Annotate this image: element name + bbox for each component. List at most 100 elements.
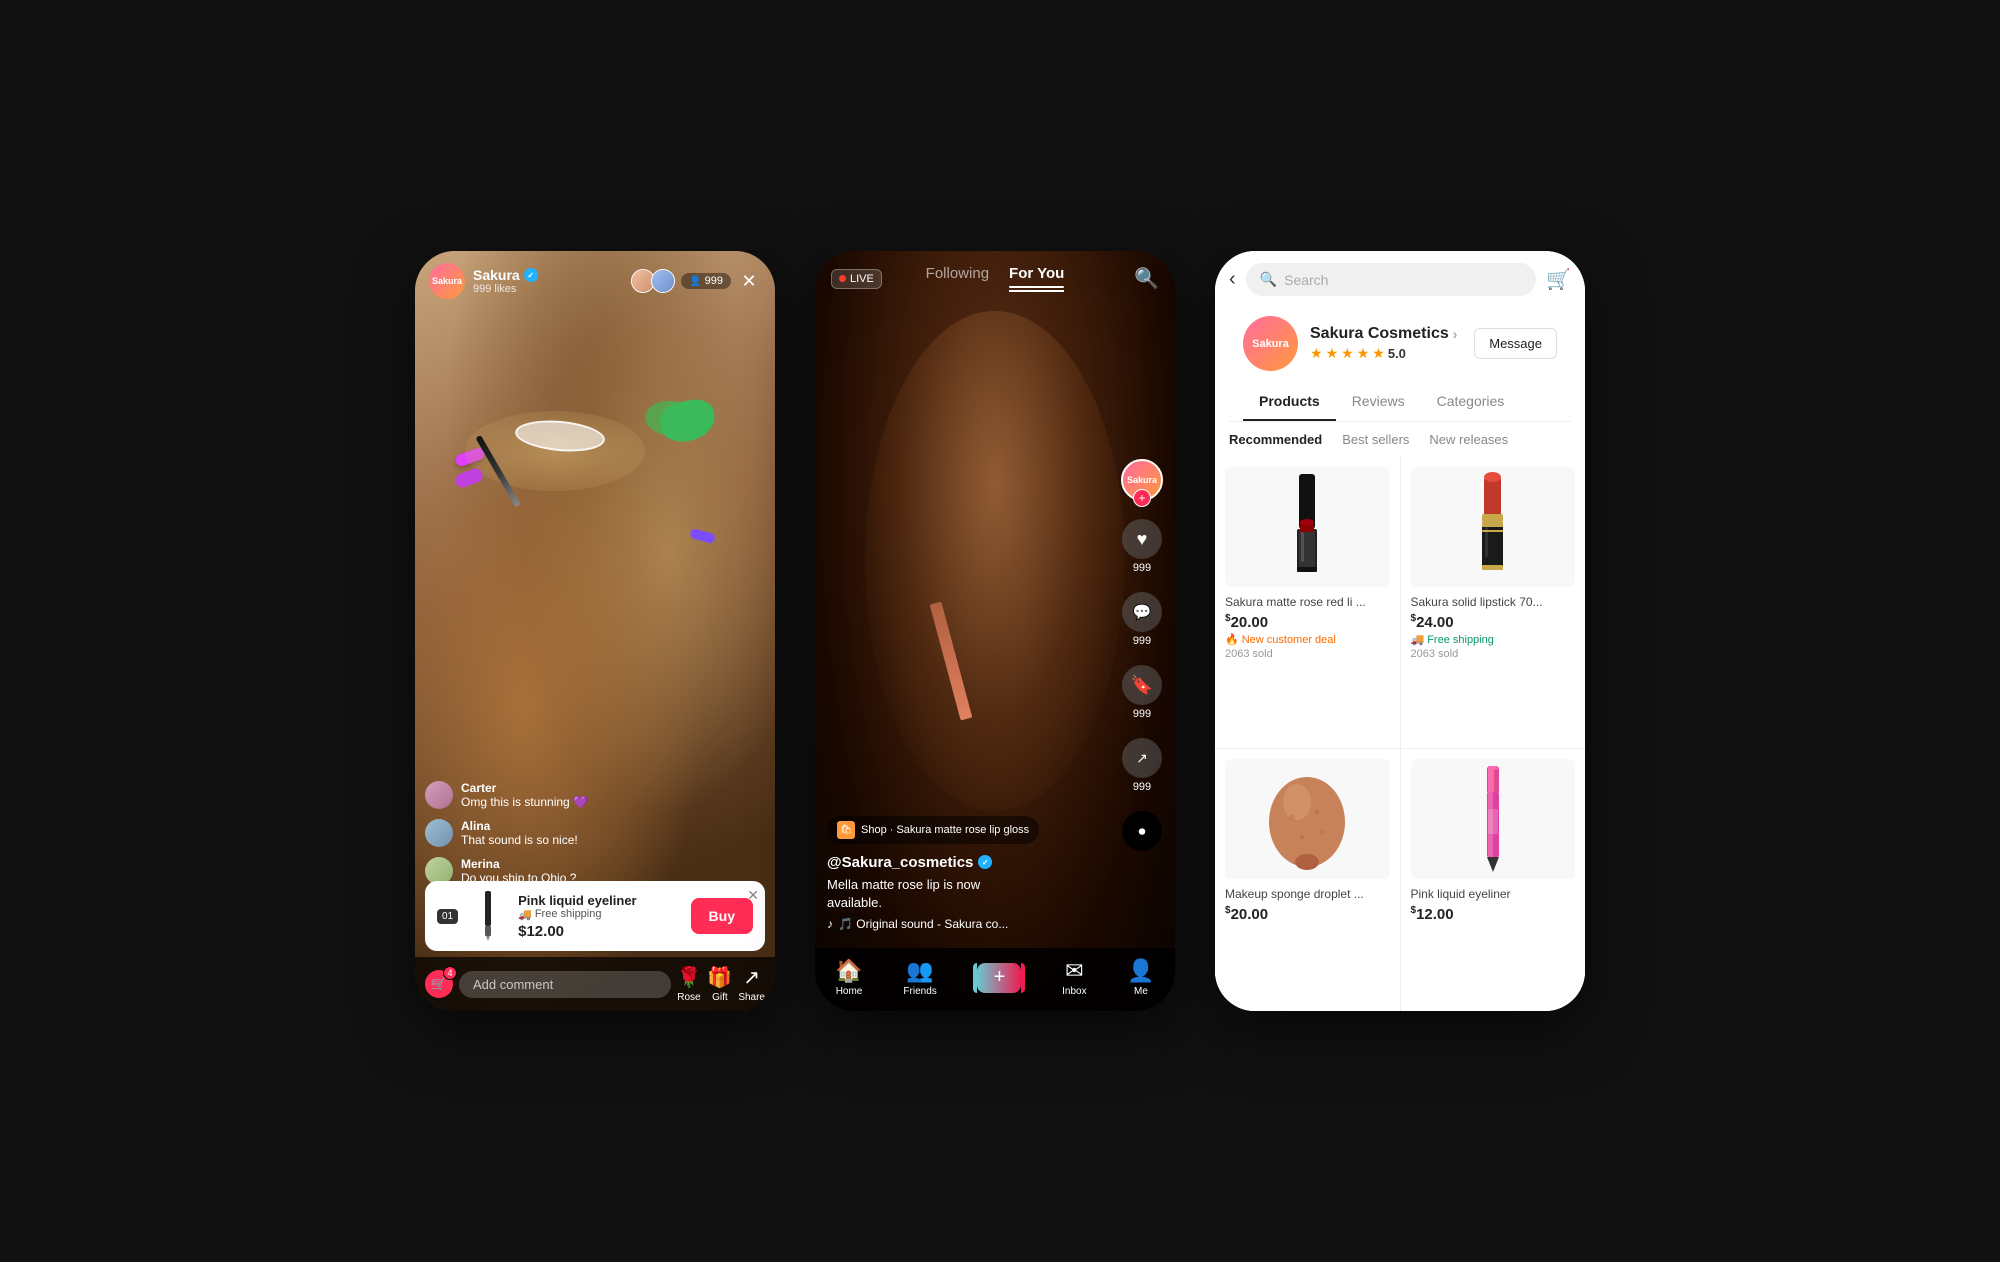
- feed-sidebar: Sakura + ♥ 999 💬 999 🔖 999 ↗ 999 ⏺: [1121, 459, 1163, 851]
- shop-header: ‹ 🔍 Search 🛒 Sakura Sakura Cosmetics ›: [1215, 251, 1585, 422]
- viewer-avatars: [631, 269, 675, 293]
- tab-following[interactable]: Following: [926, 265, 989, 292]
- message-button[interactable]: Message: [1474, 328, 1557, 359]
- product-price-4: $12.00: [1411, 905, 1576, 923]
- product-card-3[interactable]: Makeup sponge droplet ... $20.00: [1215, 749, 1400, 1011]
- product-price-3: $20.00: [1225, 905, 1390, 923]
- search-icon: 🔍: [1260, 271, 1277, 288]
- product-card-4[interactable]: Pink liquid eyeliner $12.00: [1401, 749, 1586, 1011]
- live-product-card: ✕ 01 Pink liquid eyeliner 🚚 Free shippin…: [425, 881, 765, 951]
- viewer-count: 👤 999: [681, 273, 731, 289]
- live-header-right: 👤 999 ✕: [631, 269, 761, 293]
- product-card-2[interactable]: Sakura solid lipstick 70... $24.00 🚚 Fre…: [1401, 457, 1586, 748]
- shop-product-tag[interactable]: 🛍 Shop · Sakura matte rose lip gloss: [827, 816, 1039, 844]
- tab-products[interactable]: Products: [1243, 383, 1336, 421]
- sold-count-1: 2063 sold: [1225, 648, 1390, 660]
- share-button[interactable]: ↗ Share: [738, 965, 765, 1003]
- share-icon-feed: ↗: [1122, 738, 1162, 778]
- search-icon[interactable]: 🔍: [1134, 266, 1159, 291]
- comment-button[interactable]: 💬 999: [1122, 592, 1162, 647]
- filter-best-sellers[interactable]: Best sellers: [1342, 432, 1409, 447]
- create-plus-icon: +: [977, 963, 1021, 993]
- product-info: Pink liquid eyeliner 🚚 Free shipping $12…: [518, 893, 680, 940]
- store-avatar: Sakura: [1243, 316, 1298, 371]
- cart-button[interactable]: 🛒: [1546, 267, 1571, 292]
- feed-sound[interactable]: ♪ 🎵 Original sound - Sakura co...: [827, 917, 1105, 931]
- comment-author-3: Merina: [461, 857, 765, 871]
- product-image-1: [1225, 467, 1390, 587]
- product-image-2: [1411, 467, 1576, 587]
- viewer-avatar-2: [651, 269, 675, 293]
- live-overlay: Sakura Sakura ✓ 999 likes 👤 999 ✕: [415, 251, 775, 1011]
- home-icon: 🏠: [835, 958, 862, 984]
- lipstick-bottle-svg: [1277, 472, 1337, 582]
- share-button-feed[interactable]: ↗ 999: [1122, 738, 1162, 793]
- product-name: Pink liquid eyeliner: [518, 893, 680, 908]
- follow-plus-icon: +: [1133, 489, 1151, 507]
- shop-icon: 🛍: [837, 821, 855, 839]
- product-number: 01: [437, 909, 458, 924]
- live-indicator: LIVE: [831, 269, 882, 289]
- back-button[interactable]: ‹: [1229, 268, 1236, 291]
- product-name-3: Makeup sponge droplet ...: [1225, 887, 1390, 901]
- filter-recommended[interactable]: Recommended: [1229, 432, 1322, 447]
- filter-new-releases[interactable]: New releases: [1429, 432, 1508, 447]
- close-product-card-button[interactable]: ✕: [747, 887, 759, 904]
- bookmark-icon: 🔖: [1122, 665, 1162, 705]
- shop-badge: 4: [443, 966, 457, 980]
- tiktok-disc-button[interactable]: ⏺: [1122, 811, 1162, 851]
- product-card-1[interactable]: Sakura matte rose red li ... $20.00 🔥 Ne…: [1215, 457, 1400, 748]
- close-live-button[interactable]: ✕: [737, 269, 761, 293]
- nav-friends-button[interactable]: 👥 Friends: [903, 958, 936, 997]
- feed-creator-username[interactable]: @Sakura_cosmetics ✓: [827, 854, 1105, 871]
- rose-button[interactable]: 🌹 Rose: [677, 965, 702, 1003]
- music-note-icon: ♪: [827, 917, 833, 931]
- star-3: ★: [1341, 345, 1354, 362]
- product-image-3: [1225, 759, 1390, 879]
- comment-author-2: Alina: [461, 819, 765, 833]
- bookmark-button[interactable]: 🔖 999: [1122, 665, 1162, 720]
- inbox-icon: ✉: [1065, 958, 1083, 984]
- star-5: ★: [1372, 345, 1385, 362]
- tab-reviews[interactable]: Reviews: [1336, 383, 1421, 421]
- live-host-avatar[interactable]: Sakura: [429, 263, 465, 299]
- shop-tabs: Products Reviews Categories: [1229, 383, 1571, 422]
- phone-shop: ‹ 🔍 Search 🛒 Sakura Sakura Cosmetics ›: [1215, 251, 1585, 1011]
- live-dot: [839, 275, 846, 282]
- verified-icon: ✓: [524, 268, 538, 282]
- heart-icon: ♥: [1122, 519, 1162, 559]
- person-icon: 👤: [689, 276, 701, 287]
- like-button[interactable]: ♥ 999: [1122, 519, 1162, 574]
- product-shipping: 🚚 Free shipping: [518, 908, 680, 921]
- comment-avatar-1: [425, 781, 453, 809]
- nav-me-button[interactable]: 👤 Me: [1127, 958, 1154, 997]
- tab-categories[interactable]: Categories: [1421, 383, 1521, 421]
- free-ship-tag-2: 🚚 Free shipping: [1411, 633, 1576, 646]
- live-bottom-nav: 🛒 4 Add comment 🌹 Rose 🎁 Gift ↗ Share: [415, 957, 775, 1011]
- store-info: Sakura Cosmetics › ★ ★ ★ ★ ★ 5.0: [1310, 325, 1462, 362]
- nav-inbox-button[interactable]: ✉ Inbox: [1062, 958, 1086, 997]
- shop-top-bar: ‹ 🔍 Search 🛒: [1229, 263, 1571, 296]
- gift-button[interactable]: 🎁 Gift: [707, 965, 732, 1003]
- active-tab-underline: [1009, 286, 1064, 288]
- tab-for-you[interactable]: For You: [1009, 265, 1064, 292]
- products-grid: Sakura matte rose red li ... $20.00 🔥 Ne…: [1215, 457, 1585, 1011]
- creator-follow-button[interactable]: Sakura +: [1121, 459, 1163, 501]
- nav-home-button[interactable]: 🏠 Home: [835, 958, 862, 997]
- search-bar[interactable]: 🔍 Search: [1246, 263, 1536, 296]
- shop-nav-icon[interactable]: 🛒 4: [425, 970, 453, 998]
- sold-count-2: 2063 sold: [1411, 648, 1576, 660]
- nav-create-button[interactable]: +: [977, 963, 1021, 993]
- buy-button[interactable]: Buy: [691, 898, 753, 934]
- add-comment-input[interactable]: Add comment: [459, 971, 671, 998]
- star-2: ★: [1326, 345, 1339, 362]
- disc-icon: ⏺: [1122, 811, 1162, 851]
- product-image-small: [468, 891, 508, 941]
- live-header: Sakura Sakura ✓ 999 likes 👤 999 ✕: [415, 251, 775, 305]
- star-rating-value: 5.0: [1388, 346, 1406, 361]
- eyeliner-pencil-svg: [1478, 764, 1508, 874]
- comment-2: Alina That sound is so nice!: [425, 819, 765, 847]
- product-price-2: $24.00: [1411, 613, 1576, 631]
- store-name[interactable]: Sakura Cosmetics ›: [1310, 325, 1462, 343]
- comment-body-2: That sound is so nice!: [461, 833, 765, 847]
